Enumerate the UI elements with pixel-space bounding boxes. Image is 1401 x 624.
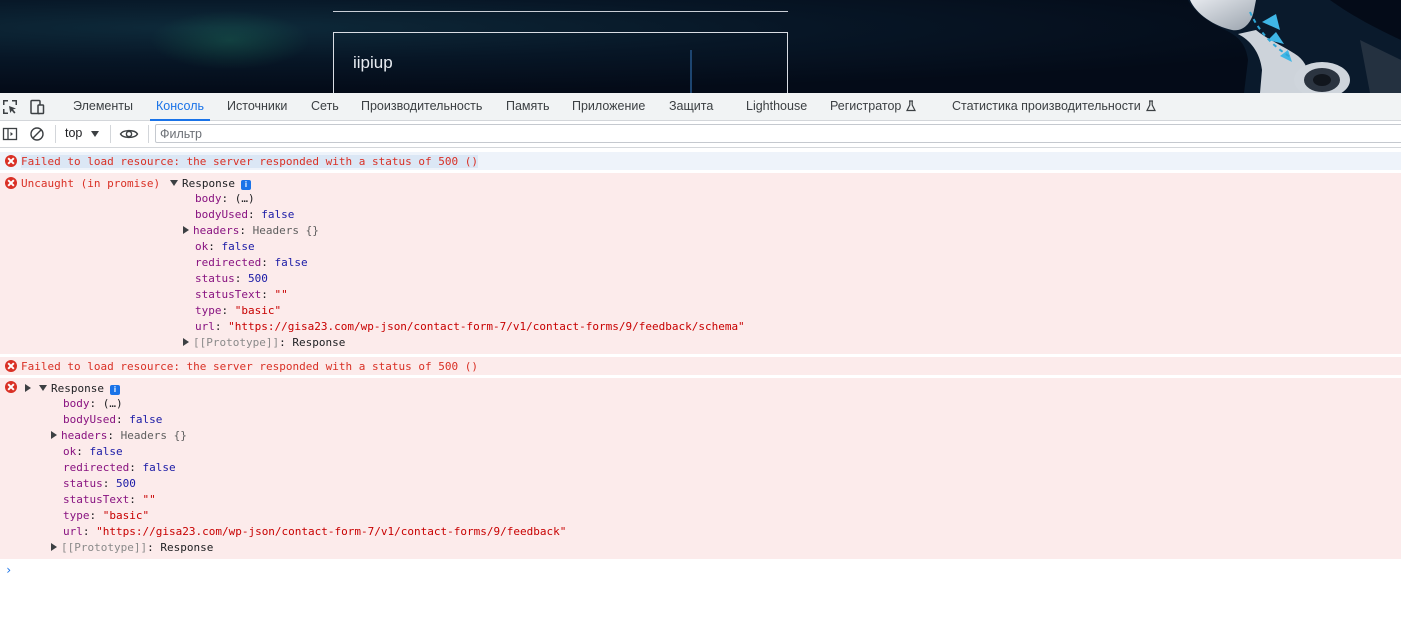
tab-recorder[interactable]: Регистратор bbox=[830, 93, 917, 120]
console-error-message[interactable]: Failed to load resource: the server resp… bbox=[0, 152, 1401, 170]
tab-elements[interactable]: Элементы bbox=[73, 93, 133, 120]
console-error-message[interactable]: Failed to load resource: the server resp… bbox=[0, 357, 1401, 375]
console-prompt[interactable]: › bbox=[5, 563, 12, 577]
clear-console-icon[interactable] bbox=[29, 126, 45, 142]
background-glow bbox=[150, 10, 310, 70]
property-row: type: "basic" bbox=[195, 304, 282, 317]
console-toolbar: top bbox=[0, 121, 1401, 148]
property-row: ok: false bbox=[63, 445, 123, 458]
experimental-flask-icon bbox=[906, 100, 917, 112]
property-row: bodyUsed: false bbox=[63, 413, 163, 426]
context-selector[interactable]: top bbox=[65, 126, 82, 140]
collapsed-triangle-icon bbox=[25, 384, 31, 392]
experimental-flask-icon bbox=[1145, 100, 1156, 112]
sidebar-toggle-icon[interactable] bbox=[2, 126, 18, 142]
property-row: redirected: false bbox=[63, 461, 176, 474]
property-row: ok: false bbox=[195, 240, 255, 253]
tab-sources[interactable]: Источники bbox=[227, 93, 287, 120]
error-text: Failed to load resource: the server resp… bbox=[21, 155, 478, 168]
response-object-toggle[interactable]: Response i bbox=[25, 381, 120, 397]
property-row-expandable[interactable]: headers: Headers {} bbox=[51, 428, 187, 444]
info-icon[interactable]: i bbox=[240, 180, 251, 190]
error-icon bbox=[5, 360, 17, 372]
devtools-tabbar: Элементы Консоль Источники Сеть Производ… bbox=[0, 93, 1401, 121]
tab-performance-insights[interactable]: Статистика производительности bbox=[952, 93, 1156, 120]
preview-input-text: iipiup bbox=[353, 53, 393, 72]
property-row: status: 500 bbox=[195, 272, 268, 285]
preview-divider bbox=[333, 11, 788, 12]
console-error-message[interactable]: Response i body: (…) bodyUsed: false head… bbox=[0, 378, 1401, 559]
property-row: body: (…) bbox=[195, 192, 255, 205]
collapsed-triangle-icon bbox=[51, 431, 57, 439]
toolbar-separator bbox=[148, 125, 149, 143]
context-dropdown-arrow-icon[interactable] bbox=[91, 131, 99, 137]
live-expression-eye-icon[interactable] bbox=[119, 126, 139, 142]
filter-input[interactable] bbox=[155, 124, 1401, 143]
property-row-url[interactable]: url: "https://gisa23.com/wp-json/contact… bbox=[195, 319, 745, 335]
property-row: redirected: false bbox=[195, 256, 308, 269]
property-row-expandable[interactable]: headers: Headers {} bbox=[183, 223, 319, 239]
property-row: body: (…) bbox=[63, 397, 123, 410]
response-object-toggle[interactable]: Response i bbox=[170, 176, 251, 192]
error-icon bbox=[5, 381, 17, 393]
property-row-prototype[interactable]: [[Prototype]]: Response bbox=[51, 540, 213, 556]
console-error-message[interactable]: Uncaught (in promise) Response i body: (…… bbox=[0, 173, 1401, 354]
property-row: status: 500 bbox=[63, 477, 136, 490]
expanded-triangle-icon bbox=[170, 180, 178, 186]
error-icon bbox=[5, 155, 17, 167]
collapsed-triangle-icon bbox=[183, 226, 189, 234]
info-icon[interactable]: i bbox=[109, 385, 120, 395]
preview-decor-bar bbox=[690, 50, 692, 93]
expanded-triangle-icon bbox=[39, 385, 47, 391]
property-row: bodyUsed: false bbox=[195, 208, 295, 221]
inspect-element-icon[interactable] bbox=[2, 99, 18, 115]
toolbar-separator bbox=[55, 125, 56, 143]
error-icon bbox=[5, 177, 17, 189]
collapsed-triangle-icon bbox=[51, 543, 57, 551]
tab-security[interactable]: Защита bbox=[669, 93, 713, 120]
error-prefix: Uncaught (in promise) bbox=[21, 177, 161, 190]
property-row: statusText: "" bbox=[63, 493, 156, 506]
preview-input-box[interactable]: iipiup bbox=[333, 32, 788, 93]
property-row: type: "basic" bbox=[63, 509, 150, 522]
property-row-url[interactable]: url: "https://gisa23.com/wp-json/contact… bbox=[63, 524, 566, 540]
tab-network[interactable]: Сеть bbox=[311, 93, 339, 120]
collapsed-triangle-icon bbox=[183, 338, 189, 346]
property-row-prototype[interactable]: [[Prototype]]: Response bbox=[183, 335, 345, 351]
tab-lighthouse[interactable]: Lighthouse bbox=[746, 93, 807, 120]
tab-memory[interactable]: Память bbox=[506, 93, 550, 120]
toolbar-separator bbox=[110, 125, 111, 143]
property-row: statusText: "" bbox=[195, 288, 288, 301]
tab-application[interactable]: Приложение bbox=[572, 93, 645, 120]
tab-performance[interactable]: Производительность bbox=[361, 93, 482, 120]
page-preview: iipiup bbox=[0, 0, 1401, 93]
tab-console[interactable]: Консоль bbox=[149, 93, 211, 121]
robot-image bbox=[1188, 0, 1401, 93]
error-text: Failed to load resource: the server resp… bbox=[21, 360, 478, 373]
device-toolbar-icon[interactable] bbox=[29, 99, 45, 115]
